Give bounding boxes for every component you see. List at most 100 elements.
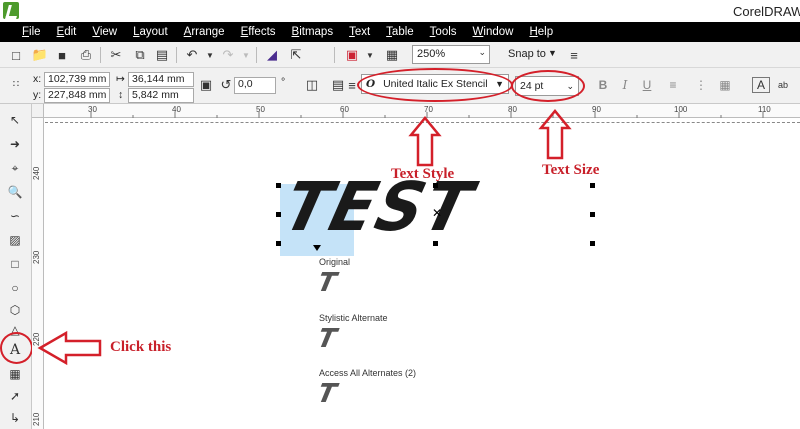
lock-ratio-icon[interactable]: ▣ [198,77,214,93]
menu-help[interactable]: Help [529,26,553,38]
menu-view[interactable]: View [92,26,117,38]
paste-icon[interactable]: ▤ [154,47,170,63]
align-text-icon[interactable]: ≡ [666,77,680,93]
smart-fill-icon[interactable]: ▨ [7,232,23,248]
cut-icon[interactable]: ✂ [108,47,124,63]
edit-text-icon[interactable]: ab [776,77,790,93]
standard-toolbar: □ 📁 ■ ⎙ ✂ ⧉ ▤ ↶ ▼ ↷ ▼ ◢ ⇱ ▣ ▼ ▦ 250% ⌄ S… [0,42,800,68]
object-origin-icon[interactable]: ∷ [8,76,24,92]
zoom-tool-icon[interactable]: 🔍 [7,184,23,200]
export-icon[interactable]: ⇱ [288,47,304,63]
table-tool-icon[interactable]: ▦ [7,366,23,382]
menu-file[interactable]: File [22,26,41,38]
toolbar-divider [334,47,335,63]
chevron-down-icon[interactable]: ▼ [548,48,557,58]
vertical-ruler[interactable]: 240 230 220 210 [32,118,44,429]
zoom-level-select[interactable]: 250% ⌄ [412,45,490,64]
text-properties-icon[interactable]: A [752,77,770,93]
italic-icon[interactable]: I [618,77,632,93]
toolbar-divider [256,47,257,63]
selection-handle[interactable] [276,241,281,246]
menu-table[interactable]: Table [386,26,414,38]
alternate-label: Stylistic Alternate [319,313,388,323]
page-border [45,122,800,123]
height-field[interactable]: 5,842 mm [128,88,194,103]
drawing-canvas[interactable] [45,118,800,429]
ruler-label: 90 [592,105,601,114]
new-document-icon[interactable]: □ [8,47,24,63]
annotation-text-size: Text Size [542,162,600,178]
underline-icon[interactable]: U [640,77,654,93]
menu-arrange[interactable]: Arrange [184,26,225,38]
rotation-field[interactable]: 0,0 [234,77,276,94]
copy-icon[interactable]: ⧉ [132,47,148,63]
center-marker-icon: ✕ [432,206,443,220]
mirror-horizontal-icon[interactable]: ◫ [304,77,320,93]
connector-tool-icon[interactable]: ↳ [7,410,23,426]
menu-bar: File Edit View Layout Arrange Effects Bi… [0,22,800,42]
import-icon[interactable]: ◢ [264,47,280,63]
crop-tool-icon[interactable]: ⌖ [7,160,23,176]
rectangle-tool-icon[interactable]: □ [7,256,23,272]
selection-handle[interactable] [433,241,438,246]
ruler-label: 210 [32,412,41,426]
save-icon[interactable]: ■ [54,47,70,63]
ruler-label: 30 [88,105,97,114]
print-icon[interactable]: ⎙ [78,47,94,63]
drop-cap-icon[interactable]: ▦ [718,77,732,93]
snap-to-button[interactable]: Snap to [508,48,546,60]
font-list-highlight [357,68,513,102]
shape-tool-icon[interactable]: ➜ [7,136,23,152]
menu-window[interactable]: Window [473,26,514,38]
selection-handle[interactable] [590,183,595,188]
welcome-screen-icon[interactable]: ▦ [384,47,400,63]
y-position-field[interactable]: 227,848 mm [44,88,110,103]
ruler-label: 100 [674,105,688,114]
width-icon: ↦ [116,73,125,85]
window-title: CorelDRAW [733,4,800,19]
menu-layout[interactable]: Layout [133,26,168,38]
polygon-tool-icon[interactable]: ⬡ [7,302,23,318]
menu-bitmaps[interactable]: Bitmaps [292,26,334,38]
x-label: x: [33,73,42,85]
selection-handle[interactable] [276,212,281,217]
menu-effects[interactable]: Effects [241,26,276,38]
selection-handle[interactable] [590,212,595,217]
x-position-field[interactable]: 102,739 mm [44,72,110,87]
ruler-label: 60 [340,105,349,114]
bullets-icon[interactable]: ⋮ [694,77,708,93]
ellipse-tool-icon[interactable]: ○ [7,280,23,296]
ruler-label: 110 [758,105,771,114]
alternates-caret-icon[interactable] [313,245,321,251]
height-icon: ↕ [118,89,124,101]
toolbar-divider [100,47,101,63]
options-icon[interactable]: ≡ [566,47,582,63]
open-folder-icon[interactable]: 📁 [32,47,48,63]
redo-icon[interactable]: ↷ [220,47,236,63]
menu-tools[interactable]: Tools [430,26,457,38]
toolbox: ↖ ➜ ⌖ 🔍 ∽ ▨ □ ○ ⬡ △ A ▦ ➚ ↳ [0,104,32,429]
menu-text[interactable]: Text [349,26,370,38]
chevron-down-icon[interactable]: ▼ [238,47,254,63]
undo-icon[interactable]: ↶ [184,47,200,63]
ruler-label: 40 [172,105,181,114]
freehand-tool-icon[interactable]: ∽ [7,208,23,224]
selection-handle[interactable] [590,241,595,246]
selection-handle[interactable] [433,183,438,188]
pick-tool-icon[interactable]: ↖ [7,112,23,128]
application-launcher-icon[interactable]: ▣ [344,47,360,63]
menu-edit[interactable]: Edit [57,26,77,38]
ruler-label: 220 [32,332,41,346]
coreldraw-logo-icon [3,2,19,19]
artistic-text[interactable]: TEST [276,169,480,247]
width-field[interactable]: 36,144 mm [128,72,194,87]
chevron-down-icon[interactable]: ▼ [362,47,378,63]
font-size-highlight [511,70,585,102]
chevron-down-icon[interactable]: ▼ [202,47,218,63]
y-label: y: [33,89,42,101]
horizontal-ruler[interactable]: 30 40 50 60 70 80 90 100 110 [32,104,800,118]
selection-handle[interactable] [276,183,281,188]
dimension-tool-icon[interactable]: ➚ [7,388,23,404]
ruler-origin[interactable] [32,104,44,118]
bold-icon[interactable]: B [596,77,610,93]
